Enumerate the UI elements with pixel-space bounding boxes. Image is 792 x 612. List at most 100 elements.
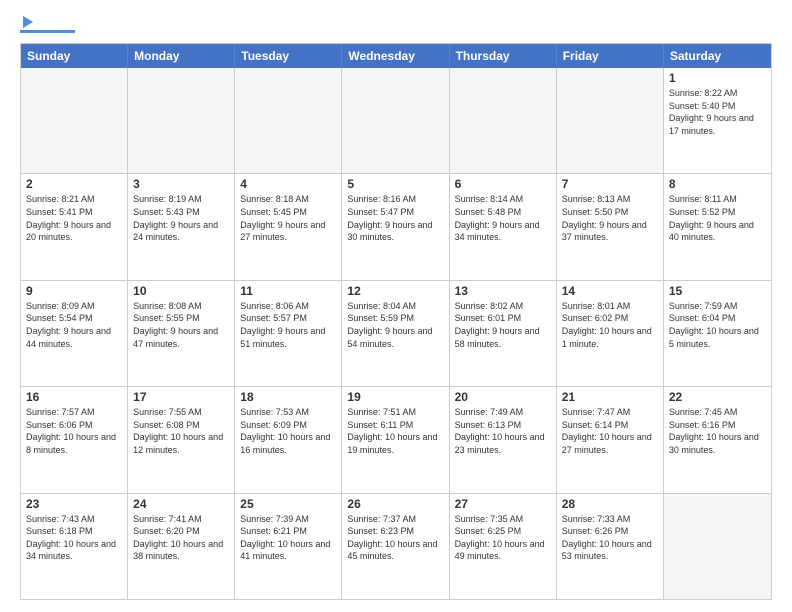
calendar-day-cell: 27 Sunrise: 7:35 AM Sunset: 6:25 PM Dayli… bbox=[450, 494, 557, 599]
calendar-day-cell: 22 Sunrise: 7:45 AM Sunset: 6:16 PM Dayli… bbox=[664, 387, 771, 492]
day-number: 10 bbox=[133, 284, 229, 298]
day-info: Sunrise: 8:14 AM Sunset: 5:48 PM Dayligh… bbox=[455, 193, 551, 243]
logo-underline bbox=[20, 30, 75, 33]
calendar-day-cell bbox=[235, 68, 342, 173]
day-number: 8 bbox=[669, 177, 766, 191]
calendar-day-cell: 16 Sunrise: 7:57 AM Sunset: 6:06 PM Dayli… bbox=[21, 387, 128, 492]
calendar-day-cell: 14Sunrise: 8:01 AM Sunset: 6:02 PM Dayli… bbox=[557, 281, 664, 386]
day-info: Sunrise: 8:18 AM Sunset: 5:45 PM Dayligh… bbox=[240, 193, 336, 243]
calendar-day-cell: 28 Sunrise: 7:33 AM Sunset: 6:26 PM Dayli… bbox=[557, 494, 664, 599]
day-info: Sunrise: 8:16 AM Sunset: 5:47 PM Dayligh… bbox=[347, 193, 443, 243]
day-number: 28 bbox=[562, 497, 658, 511]
weekday-header: Friday bbox=[557, 44, 664, 68]
calendar-day-cell: 2 Sunrise: 8:21 AM Sunset: 5:41 PM Daylig… bbox=[21, 174, 128, 279]
calendar-day-cell: 9 Sunrise: 8:09 AM Sunset: 5:54 PM Daylig… bbox=[21, 281, 128, 386]
day-info: Sunrise: 8:22 AM Sunset: 5:40 PM Dayligh… bbox=[669, 87, 766, 137]
day-info: Sunrise: 7:45 AM Sunset: 6:16 PM Dayligh… bbox=[669, 406, 766, 456]
day-number: 9 bbox=[26, 284, 122, 298]
day-number: 25 bbox=[240, 497, 336, 511]
day-info: Sunrise: 8:04 AM Sunset: 5:59 PM Dayligh… bbox=[347, 300, 443, 350]
day-info: Sunrise: 7:35 AM Sunset: 6:25 PM Dayligh… bbox=[455, 513, 551, 563]
day-number: 1 bbox=[669, 71, 766, 85]
calendar-day-cell: 4 Sunrise: 8:18 AM Sunset: 5:45 PM Daylig… bbox=[235, 174, 342, 279]
calendar-day-cell: 26 Sunrise: 7:37 AM Sunset: 6:23 PM Dayli… bbox=[342, 494, 449, 599]
day-info: Sunrise: 8:19 AM Sunset: 5:43 PM Dayligh… bbox=[133, 193, 229, 243]
day-number: 4 bbox=[240, 177, 336, 191]
day-number: 24 bbox=[133, 497, 229, 511]
calendar-day-cell bbox=[557, 68, 664, 173]
day-number: 23 bbox=[26, 497, 122, 511]
calendar-day-cell: 25 Sunrise: 7:39 AM Sunset: 6:21 PM Dayli… bbox=[235, 494, 342, 599]
day-info: Sunrise: 7:33 AM Sunset: 6:26 PM Dayligh… bbox=[562, 513, 658, 563]
day-number: 11 bbox=[240, 284, 336, 298]
day-info: Sunrise: 8:13 AM Sunset: 5:50 PM Dayligh… bbox=[562, 193, 658, 243]
calendar-day-cell: 17 Sunrise: 7:55 AM Sunset: 6:08 PM Dayli… bbox=[128, 387, 235, 492]
logo bbox=[20, 16, 75, 33]
day-number: 5 bbox=[347, 177, 443, 191]
calendar-day-cell: 23 Sunrise: 7:43 AM Sunset: 6:18 PM Dayli… bbox=[21, 494, 128, 599]
day-number: 26 bbox=[347, 497, 443, 511]
weekday-header: Wednesday bbox=[342, 44, 449, 68]
calendar-day-cell: 6 Sunrise: 8:14 AM Sunset: 5:48 PM Daylig… bbox=[450, 174, 557, 279]
calendar: SundayMondayTuesdayWednesdayThursdayFrid… bbox=[20, 43, 772, 600]
day-number: 3 bbox=[133, 177, 229, 191]
day-info: Sunrise: 8:08 AM Sunset: 5:55 PM Dayligh… bbox=[133, 300, 229, 350]
calendar-day-cell: 15Sunrise: 7:59 AM Sunset: 6:04 PM Dayli… bbox=[664, 281, 771, 386]
calendar-day-cell: 5 Sunrise: 8:16 AM Sunset: 5:47 PM Daylig… bbox=[342, 174, 449, 279]
calendar-day-cell bbox=[128, 68, 235, 173]
calendar-body: 1 Sunrise: 8:22 AM Sunset: 5:40 PM Daylig… bbox=[21, 68, 771, 599]
day-info: Sunrise: 7:57 AM Sunset: 6:06 PM Dayligh… bbox=[26, 406, 122, 456]
day-info: Sunrise: 8:06 AM Sunset: 5:57 PM Dayligh… bbox=[240, 300, 336, 350]
weekday-header: Thursday bbox=[450, 44, 557, 68]
day-info: Sunrise: 8:02 AM Sunset: 6:01 PM Dayligh… bbox=[455, 300, 551, 350]
day-info: Sunrise: 7:43 AM Sunset: 6:18 PM Dayligh… bbox=[26, 513, 122, 563]
day-number: 27 bbox=[455, 497, 551, 511]
calendar-day-cell: 21Sunrise: 7:47 AM Sunset: 6:14 PM Dayli… bbox=[557, 387, 664, 492]
day-number: 6 bbox=[455, 177, 551, 191]
calendar-day-cell bbox=[664, 494, 771, 599]
calendar-day-cell: 8 Sunrise: 8:11 AM Sunset: 5:52 PM Daylig… bbox=[664, 174, 771, 279]
calendar-day-cell: 13 Sunrise: 8:02 AM Sunset: 6:01 PM Dayli… bbox=[450, 281, 557, 386]
day-info: Sunrise: 8:21 AM Sunset: 5:41 PM Dayligh… bbox=[26, 193, 122, 243]
calendar-day-cell bbox=[21, 68, 128, 173]
day-info: Sunrise: 7:59 AM Sunset: 6:04 PM Dayligh… bbox=[669, 300, 766, 350]
weekday-header: Monday bbox=[128, 44, 235, 68]
day-info: Sunrise: 8:09 AM Sunset: 5:54 PM Dayligh… bbox=[26, 300, 122, 350]
calendar-day-cell bbox=[450, 68, 557, 173]
day-info: Sunrise: 7:37 AM Sunset: 6:23 PM Dayligh… bbox=[347, 513, 443, 563]
calendar-day-cell: 20 Sunrise: 7:49 AM Sunset: 6:13 PM Dayli… bbox=[450, 387, 557, 492]
weekday-header: Sunday bbox=[21, 44, 128, 68]
calendar-day-cell: 19 Sunrise: 7:51 AM Sunset: 6:11 PM Dayli… bbox=[342, 387, 449, 492]
calendar-day-cell: 11 Sunrise: 8:06 AM Sunset: 5:57 PM Dayli… bbox=[235, 281, 342, 386]
day-number: 7 bbox=[562, 177, 658, 191]
calendar-header: SundayMondayTuesdayWednesdayThursdayFrid… bbox=[21, 44, 771, 68]
day-info: Sunrise: 8:11 AM Sunset: 5:52 PM Dayligh… bbox=[669, 193, 766, 243]
calendar-week-row: 1 Sunrise: 8:22 AM Sunset: 5:40 PM Daylig… bbox=[21, 68, 771, 174]
header bbox=[20, 16, 772, 33]
calendar-week-row: 16 Sunrise: 7:57 AM Sunset: 6:06 PM Dayli… bbox=[21, 387, 771, 493]
day-info: Sunrise: 7:55 AM Sunset: 6:08 PM Dayligh… bbox=[133, 406, 229, 456]
calendar-day-cell: 18Sunrise: 7:53 AM Sunset: 6:09 PM Dayli… bbox=[235, 387, 342, 492]
calendar-week-row: 2 Sunrise: 8:21 AM Sunset: 5:41 PM Daylig… bbox=[21, 174, 771, 280]
logo-flag-icon bbox=[23, 16, 33, 28]
weekday-header: Saturday bbox=[664, 44, 771, 68]
calendar-day-cell: 1 Sunrise: 8:22 AM Sunset: 5:40 PM Daylig… bbox=[664, 68, 771, 173]
day-info: Sunrise: 7:51 AM Sunset: 6:11 PM Dayligh… bbox=[347, 406, 443, 456]
calendar-day-cell bbox=[342, 68, 449, 173]
calendar-day-cell: 10 Sunrise: 8:08 AM Sunset: 5:55 PM Dayli… bbox=[128, 281, 235, 386]
day-number: 19 bbox=[347, 390, 443, 404]
day-info: Sunrise: 7:39 AM Sunset: 6:21 PM Dayligh… bbox=[240, 513, 336, 563]
day-number: 22 bbox=[669, 390, 766, 404]
calendar-day-cell: 24 Sunrise: 7:41 AM Sunset: 6:20 PM Dayli… bbox=[128, 494, 235, 599]
weekday-header: Tuesday bbox=[235, 44, 342, 68]
calendar-day-cell: 7 Sunrise: 8:13 AM Sunset: 5:50 PM Daylig… bbox=[557, 174, 664, 279]
day-info: Sunrise: 7:49 AM Sunset: 6:13 PM Dayligh… bbox=[455, 406, 551, 456]
day-info: Sunrise: 7:41 AM Sunset: 6:20 PM Dayligh… bbox=[133, 513, 229, 563]
day-number: 2 bbox=[26, 177, 122, 191]
day-number: 16 bbox=[26, 390, 122, 404]
page-container: SundayMondayTuesdayWednesdayThursdayFrid… bbox=[0, 0, 792, 612]
day-number: 17 bbox=[133, 390, 229, 404]
day-number: 20 bbox=[455, 390, 551, 404]
day-number: 21 bbox=[562, 390, 658, 404]
day-number: 13 bbox=[455, 284, 551, 298]
